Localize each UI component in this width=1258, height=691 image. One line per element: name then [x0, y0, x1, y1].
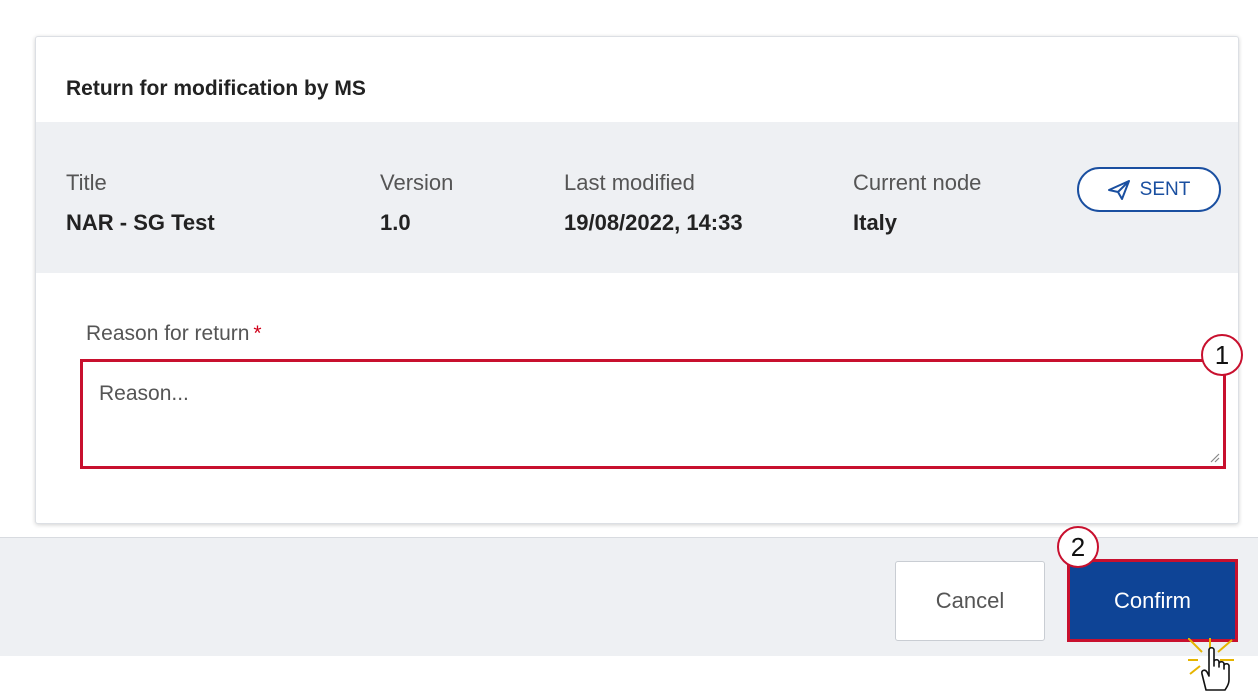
callout-step-1: 1 — [1201, 334, 1243, 376]
meta-last-modified: Last modified 19/08/2022, 14:33 — [564, 170, 743, 236]
status-badge: SENT — [1077, 167, 1221, 212]
meta-title-label: Title — [66, 170, 107, 195]
resize-grip-icon[interactable] — [1208, 451, 1220, 463]
meta-title: Title NAR - SG Test — [66, 170, 215, 236]
required-mark: * — [253, 322, 262, 345]
reason-textarea[interactable] — [83, 362, 1223, 466]
reason-label-text: Reason for return — [86, 322, 250, 345]
dialog-title: Return for modification by MS — [66, 77, 366, 100]
callout-step-2: 2 — [1057, 526, 1099, 568]
meta-version: Version 1.0 — [380, 170, 453, 236]
meta-last-modified-label: Last modified — [564, 170, 695, 195]
reason-label: Reason for return * — [86, 322, 262, 346]
meta-current-node-label: Current node — [853, 170, 982, 195]
meta-current-node: Current node Italy — [853, 170, 981, 236]
status-label: SENT — [1139, 178, 1191, 200]
meta-last-modified-value: 19/08/2022, 14:33 — [564, 210, 743, 235]
hand-cursor-icon — [1188, 638, 1234, 691]
meta-current-node-value: Italy — [853, 210, 898, 235]
confirm-button[interactable]: Confirm — [1067, 559, 1238, 642]
return-for-modification-dialog: Return for modification by MS Title NAR … — [35, 36, 1239, 524]
paper-plane-icon — [1107, 179, 1130, 200]
object-summary: Title NAR - SG Test Version 1.0 Last mod… — [36, 122, 1238, 273]
meta-version-label: Version — [380, 170, 454, 195]
cancel-button[interactable]: Cancel — [895, 561, 1045, 641]
meta-title-value: NAR - SG Test — [66, 210, 215, 235]
meta-version-value: 1.0 — [380, 210, 411, 235]
reason-field — [80, 359, 1226, 469]
